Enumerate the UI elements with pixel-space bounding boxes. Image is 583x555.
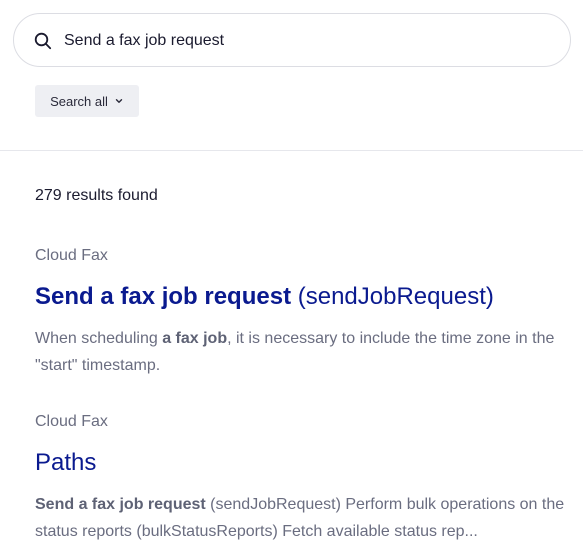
search-result: Cloud Fax Send a fax job request (sendJo… xyxy=(35,246,565,379)
search-icon xyxy=(34,32,52,50)
search-scope-button[interactable]: Search all xyxy=(35,85,139,117)
result-title-link[interactable]: Paths xyxy=(35,449,565,477)
search-input[interactable] xyxy=(64,28,544,54)
result-snippet: When scheduling a fax job, it is necessa… xyxy=(35,325,565,379)
result-title-link[interactable]: Send a fax job request (sendJobRequest) xyxy=(35,283,565,311)
result-category: Cloud Fax xyxy=(35,247,108,264)
result-title-rest: (sendJobRequest) xyxy=(291,283,494,310)
snippet-text: When scheduling xyxy=(35,330,163,347)
result-category: Cloud Fax xyxy=(35,413,108,430)
search-box[interactable] xyxy=(13,13,571,67)
search-scope-label: Search all xyxy=(50,93,108,109)
results-count: 279 results found xyxy=(35,187,158,204)
snippet-highlight: Send a fax job request xyxy=(35,496,206,513)
snippet-highlight: a fax job xyxy=(162,330,228,347)
search-result: Cloud Fax Paths Send a fax job request (… xyxy=(35,412,565,545)
chevron-down-icon xyxy=(115,99,123,104)
divider xyxy=(0,150,583,151)
result-title-highlight: Send a fax job request xyxy=(35,283,292,310)
result-title-rest: Paths xyxy=(35,449,97,476)
result-snippet: Send a fax job request (sendJobRequest) … xyxy=(35,491,565,545)
